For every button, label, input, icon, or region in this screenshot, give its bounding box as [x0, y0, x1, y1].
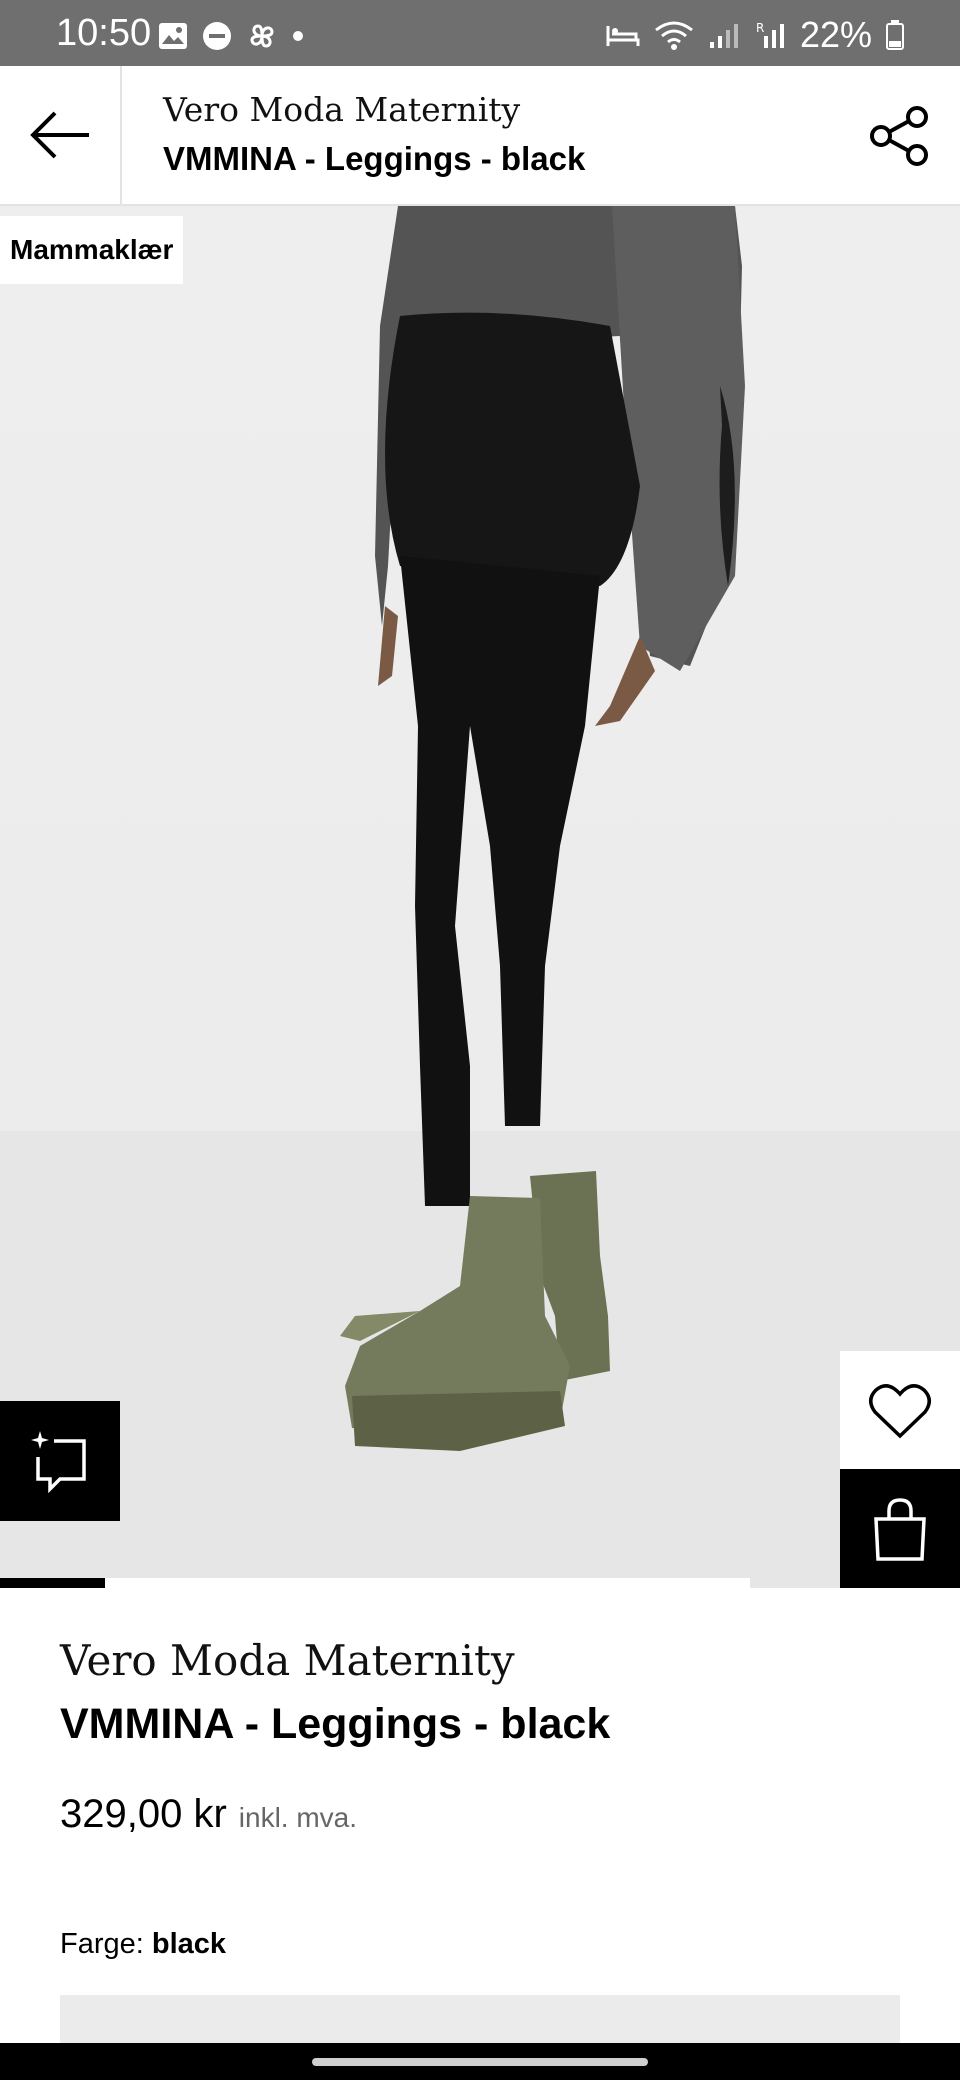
- svg-text:R: R: [756, 21, 764, 35]
- product-header: Vero Moda Maternity VMMINA - Leggings - …: [0, 66, 960, 206]
- heart-icon: [869, 1384, 931, 1439]
- model-photo: [340, 206, 745, 1451]
- category-badge: Mammaklær: [0, 216, 184, 284]
- product-title: VMMINA - Leggings - black: [60, 1700, 611, 1748]
- header-brand: Vero Moda Maternity: [163, 90, 521, 129]
- wifi-icon: [655, 21, 693, 50]
- status-time: 10:50: [56, 12, 152, 54]
- color-row: Farge: black: [60, 1928, 226, 1961]
- status-bar: 10:50 R 22%: [0, 0, 960, 66]
- shopping-bag-icon: [874, 1497, 926, 1561]
- status-system-icons: R 22%: [606, 14, 904, 56]
- status-notification-icons: [158, 20, 304, 52]
- battery-icon: [886, 20, 904, 50]
- share-icon: [870, 106, 928, 166]
- vat-note: inkl. mva.: [238, 1802, 358, 1833]
- carousel-progress-fill: [0, 1578, 105, 1588]
- share-button[interactable]: [860, 96, 940, 176]
- product-brand[interactable]: Vero Moda Maternity: [60, 1636, 515, 1685]
- home-gesture-handle[interactable]: [312, 2058, 648, 2066]
- ai-sparkle-chat-icon: [31, 1431, 86, 1493]
- ai-assistant-button[interactable]: [0, 1401, 120, 1521]
- gallery-icon: [159, 23, 187, 49]
- size-selector[interactable]: [60, 1995, 900, 2045]
- color-label: Farge:: [60, 1928, 144, 1960]
- back-button[interactable]: [0, 66, 122, 204]
- price-row: 329,00 kr inkl. mva.: [60, 1792, 357, 1837]
- arrow-left-icon: [30, 111, 89, 159]
- header-title: VMMINA - Leggings - black: [163, 140, 586, 177]
- signal-icon: [709, 24, 738, 48]
- pinwheel-icon: [250, 24, 274, 48]
- bed-icon: [606, 26, 640, 46]
- color-value: black: [151, 1928, 227, 1960]
- dnd-icon: [203, 22, 231, 50]
- carousel-progress: [0, 1578, 750, 1588]
- add-to-bag-button[interactable]: [840, 1469, 960, 1588]
- product-price: 329,00 kr: [60, 1792, 227, 1836]
- wishlist-button[interactable]: [840, 1351, 960, 1471]
- signal-roaming-icon: R: [756, 21, 784, 48]
- product-image[interactable]: Mammaklær: [0, 206, 960, 1588]
- dot-icon: [293, 31, 303, 41]
- battery-percent: 22%: [799, 14, 872, 55]
- system-nav-bar: [0, 2043, 960, 2080]
